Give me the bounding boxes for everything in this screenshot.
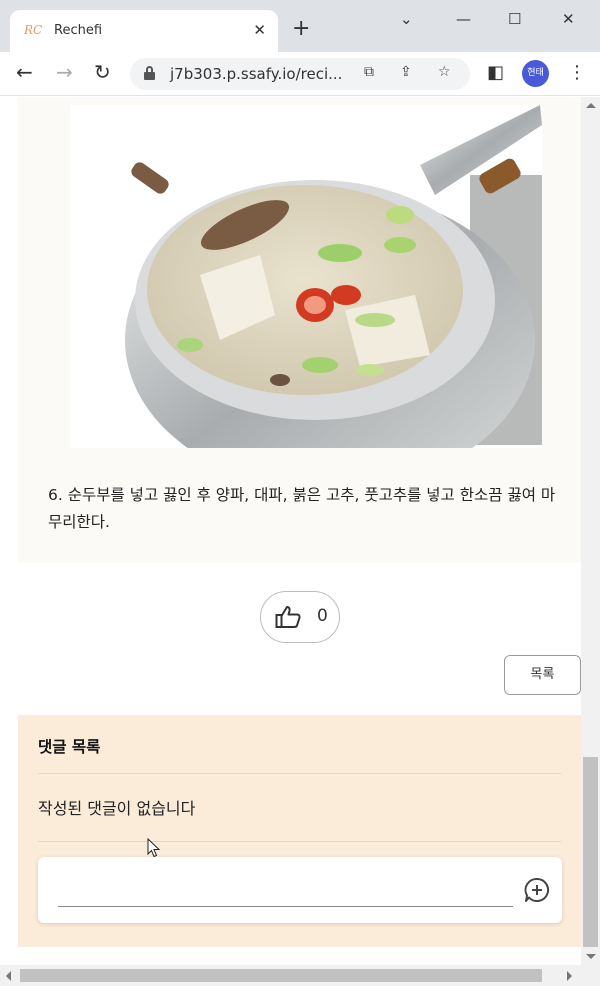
forward-icon[interactable]: →	[56, 62, 73, 82]
recipe-step-card: 6. 순두부를 넣고 끓인 후 양파, 대파, 붉은 고추, 풋고추를 넣고 한…	[18, 97, 581, 563]
comments-title: 댓글 목록	[38, 738, 101, 756]
profile-initials: 현태	[527, 68, 544, 78]
rechefi-favicon-icon: RC	[24, 23, 43, 37]
scroll-down-icon[interactable]	[586, 954, 596, 959]
like-count: 0	[317, 606, 328, 626]
browser-toolbar: ← → ↻ j7b303.p.ssafy.io/reci... ⧉ ⇪ ☆ ◧ …	[0, 52, 600, 96]
like-button[interactable]: 0	[260, 591, 340, 643]
translate-icon[interactable]: ⧉	[364, 64, 374, 80]
comment-input[interactable]	[58, 871, 513, 907]
tab-close-icon[interactable]: ✕	[253, 21, 266, 39]
back-icon[interactable]: ←	[16, 62, 33, 82]
comments-divider-bottom	[38, 841, 561, 842]
profile-avatar[interactable]: 현태	[522, 60, 549, 87]
tab-search-chevron-icon[interactable]: ⌄	[400, 10, 413, 28]
reload-icon[interactable]: ↻	[94, 62, 111, 82]
no-comments-text: 작성된 댓글이 없습니다	[38, 799, 196, 818]
scroll-left-icon[interactable]	[6, 971, 11, 981]
page-viewport: 6. 순두부를 넣고 끓인 후 양파, 대파, 붉은 고추, 풋고추를 넣고 한…	[0, 97, 581, 965]
browser-tab[interactable]: RC Rechefi ✕	[10, 10, 278, 52]
url-text: j7b303.p.ssafy.io/reci...	[170, 65, 343, 83]
side-panel-icon[interactable]: ◧	[487, 62, 504, 83]
maximize-icon[interactable]: ☐	[508, 10, 521, 28]
comments-divider-top	[38, 773, 561, 774]
tab-title: Rechefi	[54, 23, 103, 38]
minimize-icon[interactable]: —	[456, 10, 471, 28]
comment-form	[38, 857, 562, 923]
mouse-cursor-icon	[147, 838, 161, 858]
scroll-up-icon[interactable]	[586, 103, 596, 108]
bookmark-star-icon[interactable]: ☆	[438, 64, 451, 80]
scroll-right-icon[interactable]	[567, 971, 572, 981]
vertical-scrollbar[interactable]	[581, 97, 600, 965]
list-button[interactable]: 목록	[504, 655, 581, 695]
horizontal-scrollbar[interactable]	[0, 965, 600, 986]
vertical-scroll-thumb[interactable]	[583, 757, 598, 947]
lock-icon[interactable]	[144, 66, 155, 80]
address-bar[interactable]: j7b303.p.ssafy.io/reci... ⧉ ⇪ ☆	[130, 58, 470, 90]
thumbs-up-icon	[275, 606, 301, 628]
horizontal-scroll-thumb[interactable]	[20, 969, 542, 982]
recipe-step-photo	[70, 105, 542, 448]
menu-kebab-icon[interactable]: ⋮	[568, 62, 586, 83]
comments-section: 댓글 목록 작성된 댓글이 없습니다	[18, 715, 581, 947]
browser-tab-bar: RC Rechefi ✕ + ⌄ — ☐ ✕	[0, 0, 600, 52]
new-tab-icon[interactable]: +	[292, 18, 310, 40]
add-comment-icon[interactable]	[524, 877, 550, 903]
share-icon[interactable]: ⇪	[400, 64, 412, 80]
close-window-icon[interactable]: ✕	[562, 10, 575, 28]
recipe-step-text: 6. 순두부를 넣고 끓인 후 양파, 대파, 붉은 고추, 풋고추를 넣고 한…	[48, 486, 556, 531]
